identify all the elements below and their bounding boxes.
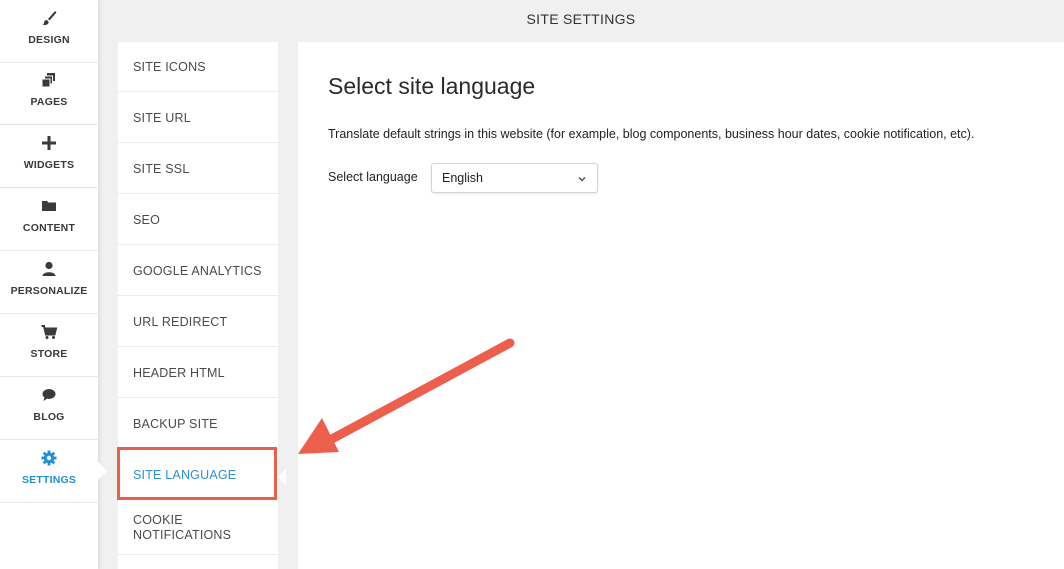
nav-label: DESIGN bbox=[28, 34, 70, 46]
menu-item-site-ssl[interactable]: SITE SSL bbox=[118, 144, 278, 194]
language-select[interactable]: English bbox=[431, 163, 598, 193]
nav-label: WIDGETS bbox=[23, 159, 75, 171]
language-label: Select language bbox=[328, 170, 418, 184]
content-panel: Select site language Translate default s… bbox=[298, 42, 1064, 569]
nav-design[interactable]: DESIGN bbox=[0, 0, 98, 63]
menu-item-site-icons[interactable]: SITE ICONS bbox=[118, 42, 278, 92]
section-description: Translate default strings in this websit… bbox=[328, 127, 975, 141]
active-nav-pointer bbox=[98, 462, 107, 480]
section-title: Select site language bbox=[328, 73, 536, 99]
person-icon bbox=[40, 260, 58, 278]
speech-bubble-icon bbox=[40, 386, 58, 404]
gear-icon bbox=[40, 449, 58, 467]
menu-item-url-redirect[interactable]: URL REDIRECT bbox=[118, 297, 278, 347]
nav-personalize[interactable]: PERSONALIZE bbox=[0, 251, 98, 314]
plus-icon bbox=[40, 134, 58, 152]
page-title: SITE SETTINGS bbox=[526, 11, 636, 27]
menu-item-label: COOKIE NOTIFICATIONS bbox=[133, 513, 231, 543]
menu-item-backup-site[interactable]: BACKUP SITE bbox=[118, 399, 278, 449]
nav-store[interactable]: STORE bbox=[0, 314, 98, 377]
nav-content[interactable]: CONTENT bbox=[0, 188, 98, 251]
paintbrush-icon bbox=[40, 9, 58, 27]
nav-widgets[interactable]: WIDGETS bbox=[0, 125, 98, 188]
menu-item-seo[interactable]: SEO bbox=[118, 195, 278, 245]
nav-label: CONTENT bbox=[22, 222, 76, 234]
menu-item-site-url[interactable]: SITE URL bbox=[118, 93, 278, 143]
cart-icon bbox=[40, 323, 58, 341]
nav-label: STORE bbox=[30, 348, 68, 360]
nav-settings[interactable]: SETTINGS bbox=[0, 440, 98, 503]
menu-item-cookie-notifications[interactable]: COOKIE NOTIFICATIONS bbox=[118, 501, 278, 555]
nav-label: PERSONALIZE bbox=[10, 285, 88, 297]
settings-menu: SITE ICONS SITE URL SITE SSL SEO GOOGLE … bbox=[118, 42, 278, 569]
nav-blog[interactable]: BLOG bbox=[0, 377, 98, 440]
left-sidebar: DESIGN PAGES WIDGETS CONTENT PERSONALIZE… bbox=[0, 0, 99, 569]
folder-icon bbox=[40, 197, 58, 215]
menu-item-header-html[interactable]: HEADER HTML bbox=[118, 348, 278, 398]
pages-icon bbox=[40, 71, 58, 89]
menu-item-label-line: NOTIFICATIONS bbox=[133, 527, 232, 542]
nav-label: BLOG bbox=[33, 411, 65, 423]
nav-label: SETTINGS bbox=[21, 474, 77, 486]
nav-pages[interactable]: PAGES bbox=[0, 62, 98, 125]
menu-item-label-line: COOKIE bbox=[133, 512, 183, 527]
language-select-value: English bbox=[442, 171, 483, 185]
menu-item-google-analytics[interactable]: GOOGLE ANALYTICS bbox=[118, 246, 278, 296]
chevron-down-icon bbox=[577, 173, 587, 187]
nav-label: PAGES bbox=[30, 96, 68, 108]
active-menu-pointer bbox=[278, 469, 286, 485]
menu-item-site-language[interactable]: SITE LANGUAGE bbox=[118, 450, 278, 500]
